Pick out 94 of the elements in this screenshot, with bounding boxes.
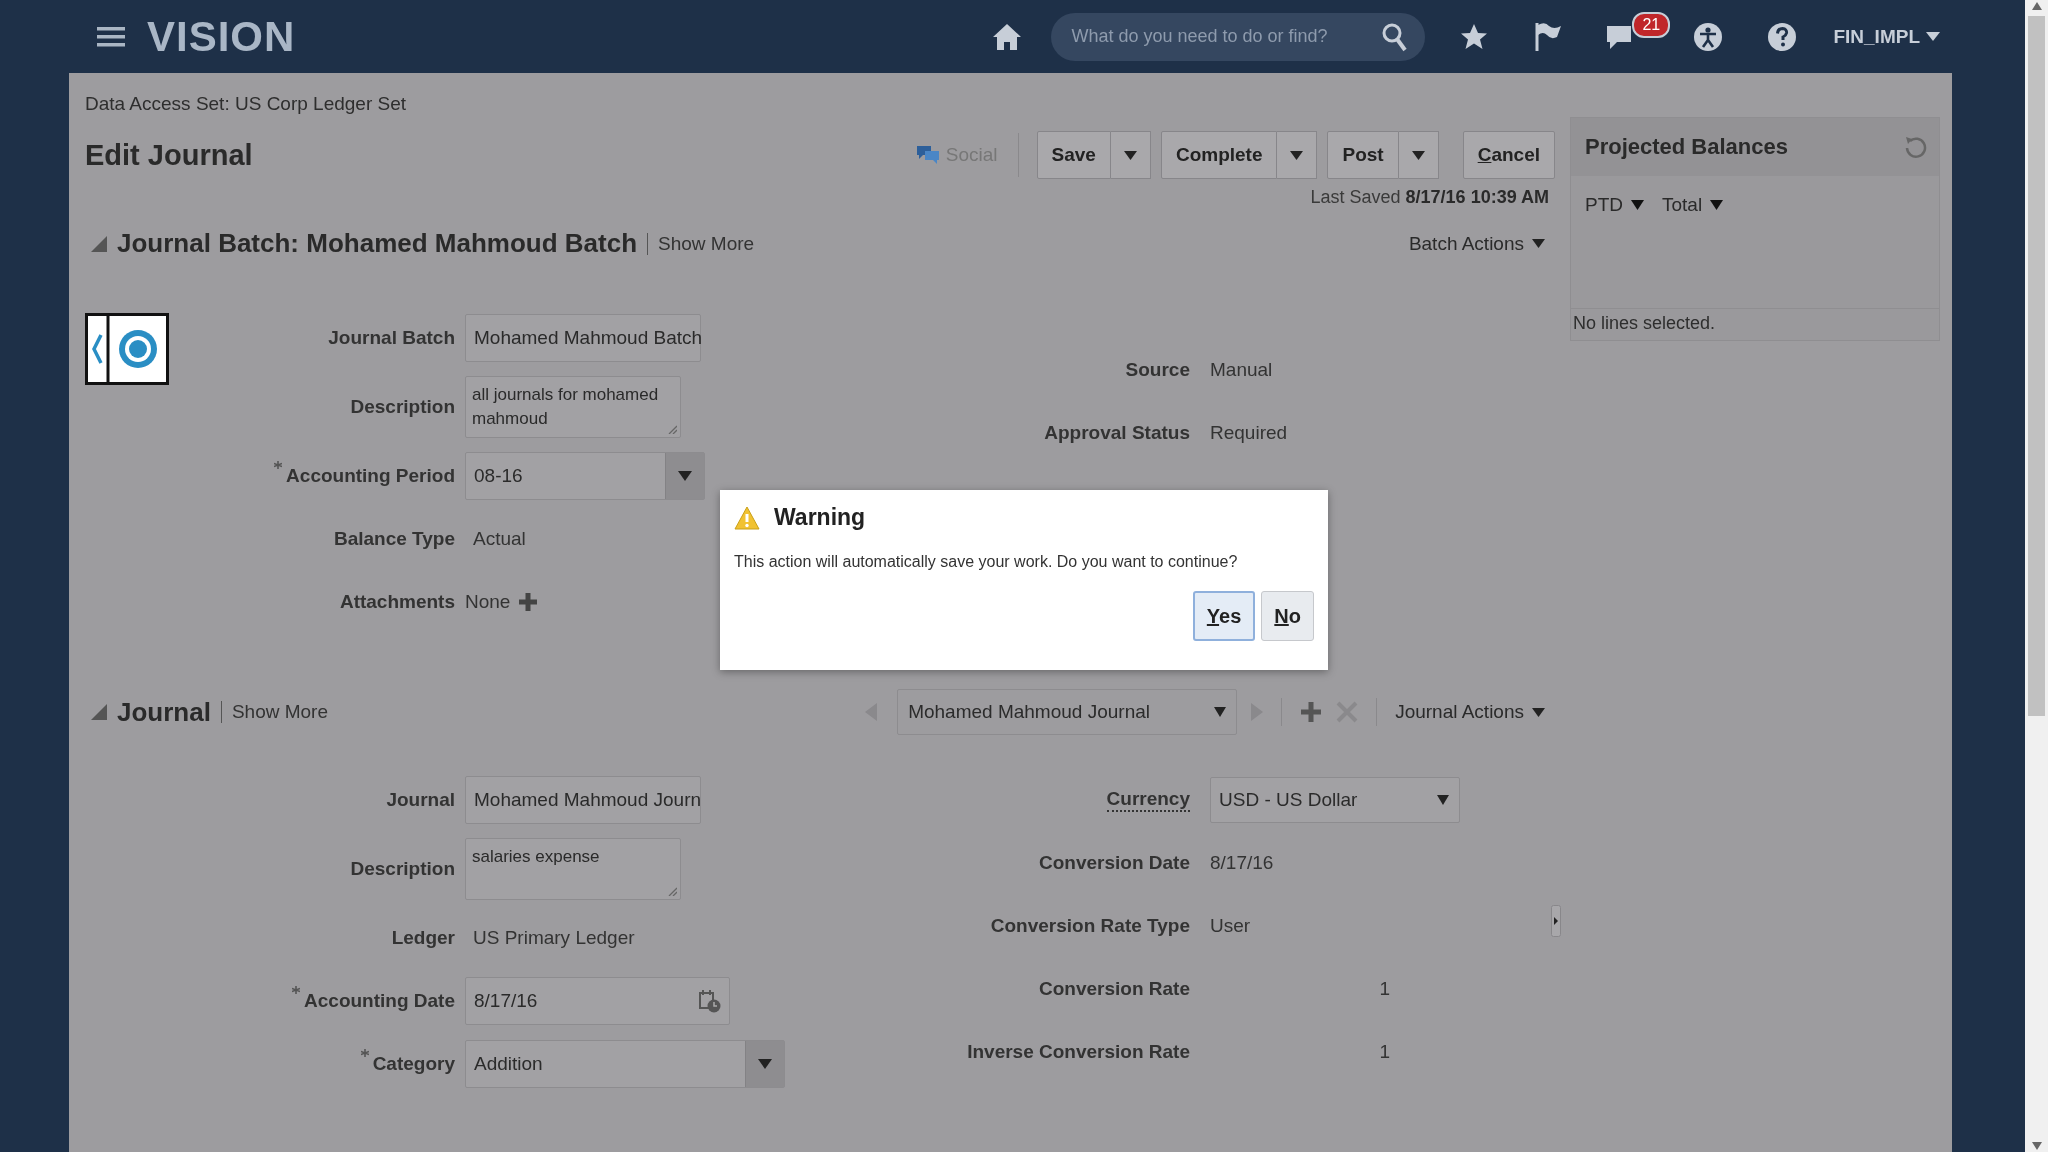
filter-dropdown[interactable]: Total <box>1662 194 1724 216</box>
status-message: No lines selected. <box>1571 308 1939 340</box>
warning-icon <box>734 505 760 530</box>
batch-actions-menu[interactable]: Batch Actions <box>1408 232 1555 255</box>
chat-icon <box>915 144 940 166</box>
field-value: 8/17/16 <box>1210 852 1274 874</box>
resize-grip-icon <box>667 886 677 896</box>
collapse-icon[interactable] <box>91 704 107 720</box>
caret-icon <box>1631 200 1644 210</box>
field-label: Attachments <box>339 591 455 613</box>
collapse-icon[interactable] <box>91 235 107 252</box>
last-saved: Last Saved 8/17/16 10:39 AM <box>1309 187 1550 208</box>
show-more-link[interactable]: Show More <box>220 701 329 723</box>
dialog-message: This action will automatically save your work. Do you want to continue? <box>734 553 1239 571</box>
field-value: Manual <box>1210 359 1273 381</box>
journal-select[interactable]: Mohamed Mahmoud Journal <box>897 689 1238 735</box>
accessibility-icon[interactable] <box>1693 21 1724 52</box>
caret-icon <box>1710 200 1724 210</box>
select-field[interactable]: Addition <box>465 1040 785 1088</box>
toolbar-button[interactable]: Save <box>1036 131 1111 179</box>
dialog-title: Warning <box>774 504 866 531</box>
field-value: 1 <box>1378 978 1390 1000</box>
date-field[interactable]: 8/17/16 <box>465 977 730 1025</box>
field-label: Accounting Date <box>304 990 455 1012</box>
dropdown-button[interactable] <box>1110 131 1151 179</box>
flag-icon[interactable] <box>1533 20 1564 53</box>
scroll-down-icon[interactable] <box>2031 1142 2042 1150</box>
search-icon[interactable] <box>1381 21 1408 52</box>
menu-icon[interactable] <box>97 24 125 49</box>
calendar-icon[interactable] <box>699 989 721 1013</box>
caret-icon <box>1532 707 1545 717</box>
caret-icon <box>1532 239 1545 248</box>
field-label: Conversion Rate <box>1039 978 1190 1000</box>
filter-dropdown[interactable]: PTD <box>1585 194 1644 216</box>
field-label: Journal Batch <box>328 327 455 349</box>
field-label: Description <box>350 858 455 880</box>
dropdown-button[interactable] <box>1277 131 1318 179</box>
text-area[interactable]: all journals for mohamed mahmoud <box>465 376 681 438</box>
add-icon[interactable] <box>1300 701 1323 723</box>
dialog-button[interactable]: Yes <box>1192 591 1256 641</box>
data-access-set: Data Access Set: US Corp Ledger Set <box>85 93 408 115</box>
show-more-link[interactable]: Show More <box>647 232 755 255</box>
input-field[interactable]: Mohamed Mahmoud Batch <box>465 314 701 362</box>
help-icon[interactable] <box>1767 21 1798 52</box>
caret-icon <box>1123 150 1137 160</box>
field-label: Ledger <box>391 927 455 949</box>
caret-icon <box>1926 32 1940 41</box>
search-field[interactable]: What do you need to do or find? <box>1051 12 1426 61</box>
field-label: Currency <box>1106 788 1190 812</box>
field-value: 1 <box>1378 1041 1390 1063</box>
field-value: Actual <box>472 528 526 550</box>
panel-title: Projected Balances <box>1585 134 1788 160</box>
field-value: US Primary Ledger <box>472 927 635 949</box>
notification-badge[interactable]: 21 <box>1632 11 1671 38</box>
resize-grip-icon <box>667 424 677 434</box>
field-value: Required <box>1210 422 1288 444</box>
toolbar-button[interactable]: Post <box>1327 131 1399 179</box>
toolbar-button[interactable]: Complete <box>1160 131 1278 179</box>
field-label: Accounting Period <box>286 465 455 487</box>
field-label: Conversion Rate Type <box>990 915 1190 937</box>
cancel-button[interactable]: Cancel <box>1462 131 1555 179</box>
caret-icon <box>678 471 692 481</box>
scrollbar-thumb[interactable] <box>2028 16 2045 716</box>
page-title: Edit Journal <box>85 138 253 172</box>
caret-icon <box>1437 795 1449 805</box>
dropdown-button[interactable] <box>1398 131 1439 179</box>
field-label: Category <box>372 1053 455 1075</box>
section-title: Journal <box>117 696 211 728</box>
input-field[interactable]: Mohamed Mahmoud Journ <box>465 776 701 824</box>
carousel-thumbnail-icon[interactable] <box>85 313 169 385</box>
field-label: Approval Status <box>1044 422 1190 444</box>
user-menu[interactable]: FIN_IMPL <box>1833 25 1940 48</box>
currency-select[interactable]: USD - US Dollar <box>1210 777 1460 823</box>
field-value: None <box>465 591 511 613</box>
dialog-button[interactable]: No <box>1261 591 1314 641</box>
caret-icon <box>1411 150 1425 160</box>
section-title: Journal Batch: Mohamed Mahmoud Batch <box>117 228 638 259</box>
field-label: Description <box>350 396 455 418</box>
field-value: User <box>1210 915 1251 937</box>
collapse-handle[interactable] <box>1551 905 1561 937</box>
logo: VISION <box>147 12 296 61</box>
scroll-up-icon[interactable] <box>2031 2 2042 10</box>
field-label: Inverse Conversion Rate <box>967 1041 1190 1063</box>
field-label: Journal <box>386 789 455 811</box>
caret-icon <box>758 1059 772 1069</box>
field-label: Balance Type <box>333 528 455 550</box>
journal-actions-menu[interactable]: Journal Actions <box>1395 701 1555 723</box>
field-label: Conversion Date <box>1039 852 1190 874</box>
select-field[interactable]: 08-16 <box>465 452 705 500</box>
add-icon[interactable] <box>518 592 539 612</box>
text-area[interactable]: salaries expense <box>465 838 681 900</box>
caret-icon <box>1290 150 1304 160</box>
caret-icon <box>1214 707 1227 717</box>
field-label: Source <box>1125 359 1190 381</box>
